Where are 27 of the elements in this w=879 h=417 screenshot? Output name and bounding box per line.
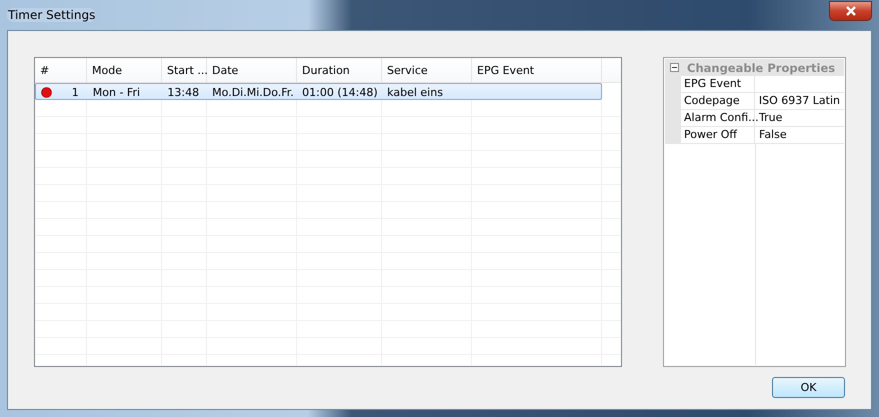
- column-header[interactable]: Date: [207, 58, 297, 82]
- record-dot-icon: [41, 86, 52, 98]
- table-cell: Mon - Fri: [92, 86, 140, 98]
- table-cell: Mo.Di.Mi.Do.Fr.: [212, 86, 294, 98]
- table-cell: 13:48: [167, 86, 200, 98]
- column-header[interactable]: EPG Event: [472, 58, 602, 82]
- collapse-toggle[interactable]: [670, 63, 679, 72]
- table-cell: kabel eins: [387, 86, 443, 98]
- category-label: Changeable Properties: [687, 60, 836, 74]
- table-cell: 01:00 (14:48): [302, 86, 378, 98]
- property-name[interactable]: Alarm Confi...: [681, 110, 755, 126]
- column-header[interactable]: Start ...: [162, 58, 207, 82]
- ok-button[interactable]: OK: [772, 377, 845, 398]
- property-name[interactable]: Power Off: [681, 127, 755, 143]
- column-header[interactable]: Mode: [87, 58, 162, 82]
- column-header[interactable]: Duration: [297, 58, 382, 82]
- table-cell: 1: [72, 86, 79, 98]
- close-button[interactable]: [829, 0, 872, 20]
- property-name[interactable]: Codepage: [681, 93, 755, 109]
- property-name[interactable]: EPG Event: [681, 76, 755, 92]
- close-icon: [844, 6, 856, 16]
- column-header[interactable]: #: [35, 58, 87, 82]
- window-title: Timer Settings: [7, 8, 96, 22]
- property-value[interactable]: ISO 6937 Latin: [754, 93, 844, 109]
- table-row[interactable]: 1 Mon - Fri 13:48 Mo.Di.Mi.Do.Fr. 01:00 (14:48) kabel eins: [35, 83, 602, 100]
- property-value[interactable]: False: [755, 127, 844, 143]
- column-header[interactable]: Service: [382, 58, 472, 82]
